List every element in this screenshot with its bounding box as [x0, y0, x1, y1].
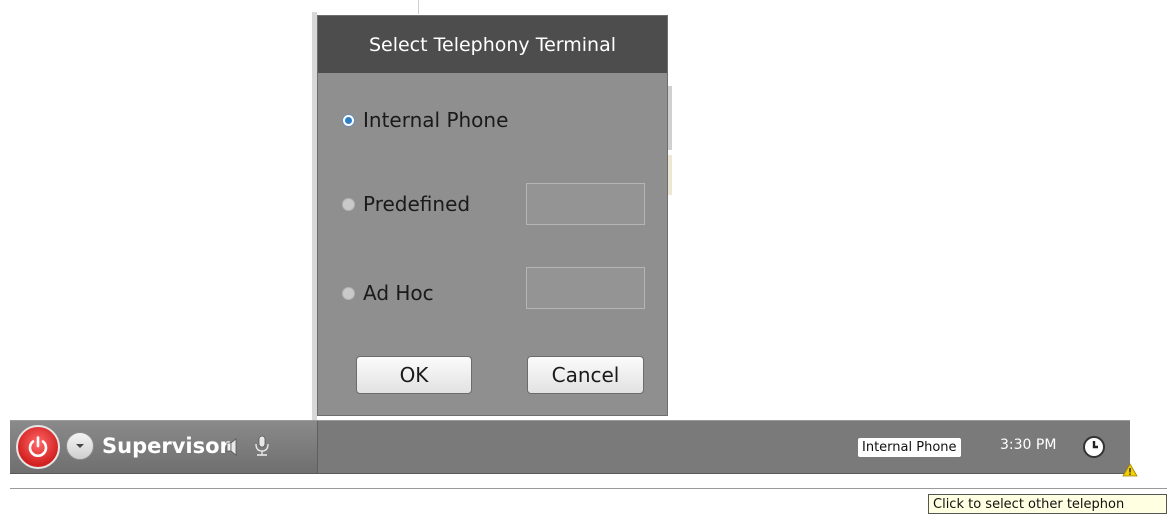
agent-panel: Supervisor: [10, 421, 318, 473]
screen: Select Telephony Terminal Internal Phone…: [0, 0, 1167, 517]
agent-menu-dropdown[interactable]: [66, 432, 94, 460]
option-internal-phone[interactable]: Internal Phone: [342, 108, 508, 132]
tooltip: Click to select other telephon: [928, 494, 1167, 514]
radio-ad-hoc[interactable]: [342, 286, 355, 300]
option-label: Predefined: [363, 192, 471, 216]
radio-predefined[interactable]: [342, 197, 355, 211]
microphone-icon[interactable]: [254, 435, 270, 457]
option-label: Internal Phone: [363, 108, 509, 132]
speaker-icon[interactable]: [226, 438, 242, 456]
background-divider: [418, 0, 419, 14]
current-time: 3:30 PM: [1000, 437, 1057, 453]
dialog-title: Select Telephony Terminal: [318, 16, 667, 73]
ad-hoc-input[interactable]: [526, 267, 645, 309]
chevron-down-icon: [76, 444, 84, 448]
terminal-status-badge[interactable]: Internal Phone: [858, 438, 961, 457]
agent-name: Supervisor: [102, 434, 230, 458]
clock-icon[interactable]: [1082, 435, 1106, 459]
ok-button[interactable]: OK: [356, 356, 472, 394]
option-ad-hoc[interactable]: Ad Hoc: [342, 281, 434, 305]
power-button[interactable]: [16, 425, 60, 469]
divider: [10, 488, 1167, 489]
predefined-input[interactable]: [526, 183, 645, 225]
power-icon: [28, 436, 48, 457]
agent-taskbar: Supervisor Internal Phone 3:30 PM: [10, 420, 1130, 474]
option-label: Ad Hoc: [363, 281, 434, 305]
option-predefined[interactable]: Predefined: [342, 192, 470, 216]
radio-internal-phone[interactable]: [342, 113, 355, 127]
warning-icon[interactable]: [1122, 463, 1138, 477]
cancel-button[interactable]: Cancel: [527, 356, 644, 394]
select-terminal-dialog: Select Telephony Terminal Internal Phone…: [317, 15, 668, 416]
background-window-fragment: [668, 155, 672, 195]
background-window-fragment: [668, 86, 672, 150]
